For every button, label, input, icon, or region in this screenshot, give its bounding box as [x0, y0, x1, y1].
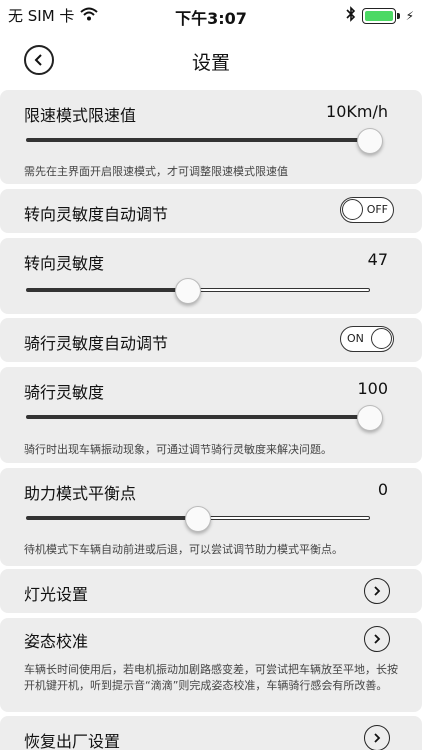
chevron-right-icon	[374, 586, 381, 596]
calibration-card: 姿态校准 车辆长时间使用后，若电机振动加剧路感变差，可尝试把车辆放至平地，长按开…	[0, 618, 422, 712]
nav-bar: 设置	[0, 36, 422, 82]
steering-sensitivity-card: 转向灵敏度 47	[0, 238, 422, 314]
slider-track	[26, 415, 370, 419]
speed-limit-value: 10Km/h	[326, 102, 388, 121]
steering-auto-title: 转向灵敏度自动调节	[24, 205, 169, 224]
slider-thumb[interactable]	[185, 506, 211, 532]
lights-settings-title: 灯光设置	[24, 585, 89, 604]
status-bar: 无 SIM 卡 下午3:07 ⚡	[0, 0, 422, 30]
charging-icon: ⚡	[405, 9, 414, 23]
calibration-description: 车辆长时间使用后，若电机振动加剧路感变差，可尝试把车辆放至平地，长按开机键开机，…	[24, 663, 398, 692]
steering-auto-toggle[interactable]: OFF	[340, 197, 394, 223]
page-title: 设置	[191, 52, 230, 74]
steering-auto-card: 转向灵敏度自动调节 OFF	[0, 189, 422, 233]
assist-balance-description: 待机模式下车辆自动前进或后退，可以尝试调节助力模式平衡点。	[24, 543, 343, 556]
steering-sensitivity-slider[interactable]	[26, 278, 370, 304]
factory-reset-title: 恢复出厂设置	[24, 732, 121, 750]
riding-auto-toggle[interactable]: ON	[340, 326, 394, 352]
status-right: ⚡	[345, 6, 414, 26]
slider-fill	[27, 289, 188, 291]
speed-limit-slider[interactable]	[26, 128, 383, 154]
steering-sensitivity-title: 转向灵敏度	[24, 254, 105, 273]
slider-thumb[interactable]	[174, 278, 201, 304]
lights-settings-row[interactable]: 灯光设置	[0, 569, 422, 613]
steering-sensitivity-value: 47	[367, 250, 388, 269]
factory-reset-button[interactable]	[364, 725, 390, 750]
riding-auto-card: 骑行灵敏度自动调节 ON	[0, 318, 422, 362]
toggle-label: OFF	[366, 203, 388, 216]
slider-thumb[interactable]	[357, 405, 383, 431]
speed-limit-title: 限速模式限速值	[24, 106, 137, 125]
riding-sensitivity-title: 骑行灵敏度	[24, 383, 105, 402]
slider-fill	[27, 139, 369, 141]
slider-thumb[interactable]	[357, 128, 383, 154]
riding-sensitivity-description: 骑行时出现车辆振动现象，可通过调节骑行灵敏度来解决问题。	[24, 443, 332, 456]
toggle-knob	[371, 328, 392, 349]
assist-balance-slider[interactable]	[26, 506, 370, 532]
slider-fill	[27, 416, 369, 418]
bluetooth-icon	[345, 6, 356, 26]
assist-balance-card: 助力模式平衡点 0 待机模式下车辆自动前进或后退，可以尝试调节助力模式平衡点。	[0, 468, 422, 566]
lights-settings-button[interactable]	[364, 578, 390, 604]
riding-auto-title: 骑行灵敏度自动调节	[24, 334, 169, 353]
riding-sensitivity-slider[interactable]	[26, 405, 383, 431]
chevron-right-icon	[374, 733, 381, 743]
assist-balance-title: 助力模式平衡点	[24, 484, 137, 503]
speed-limit-card: 限速模式限速值 10Km/h 需先在主界面开启限速模式，才可调整限速模式限速值	[0, 90, 422, 184]
chevron-right-icon	[374, 634, 381, 644]
toggle-label: ON	[347, 332, 364, 345]
battery-icon	[361, 8, 400, 24]
slider-track	[26, 138, 370, 142]
assist-balance-value: 0	[377, 480, 388, 499]
calibration-button[interactable]	[364, 626, 390, 652]
riding-sensitivity-value: 100	[357, 379, 388, 398]
toggle-knob	[342, 199, 363, 220]
speed-limit-description: 需先在主界面开启限速模式，才可调整限速模式限速值	[24, 165, 288, 178]
riding-sensitivity-card: 骑行灵敏度 100 骑行时出现车辆振动现象，可通过调节骑行灵敏度来解决问题。	[0, 367, 422, 463]
factory-reset-row[interactable]: 恢复出厂设置	[0, 716, 422, 750]
calibration-title: 姿态校准	[24, 632, 89, 651]
slider-fill	[27, 517, 198, 519]
